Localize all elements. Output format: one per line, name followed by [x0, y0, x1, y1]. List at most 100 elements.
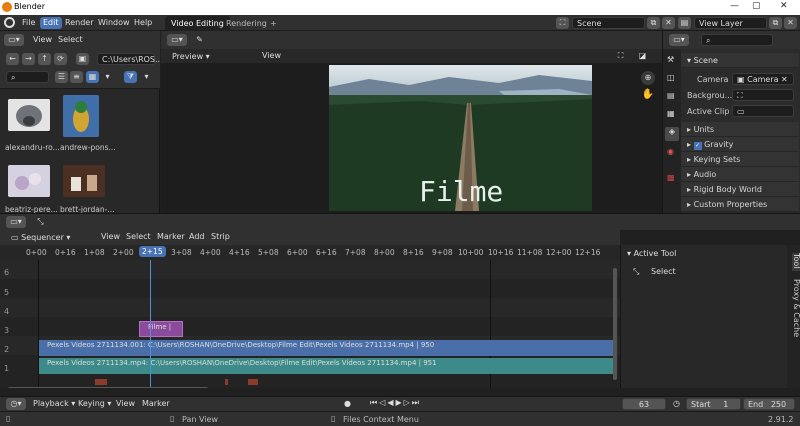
current-frame-indicator[interactable]: 2+15	[139, 246, 166, 257]
zoom-icon[interactable]: ⊕	[641, 71, 655, 85]
section-custom-properties[interactable]: ▸ Custom Properties	[681, 197, 799, 212]
view-layer-field[interactable]: View Layer	[694, 17, 767, 29]
sequencer-view-type-select[interactable]: ▭ Sequencer ▾	[6, 231, 94, 243]
file-thumbnail[interactable]	[8, 165, 50, 197]
editor-type-icon[interactable]: ▭▾	[4, 34, 24, 46]
display-horizontal-icon[interactable]: ≡	[70, 71, 83, 83]
gravity-checkbox[interactable]: ✓	[693, 142, 702, 150]
editor-type-icon[interactable]: ◷▾	[6, 398, 26, 410]
movie-strip[interactable]: Pexels Videos 2711134.mp4: C:\Users\ROSH…	[39, 358, 615, 374]
active-clip-field[interactable]: ▭	[732, 105, 794, 117]
ruler-tick: 12+16	[575, 248, 601, 257]
overlay-icon[interactable]: ◪	[636, 50, 649, 62]
background-field[interactable]: ⛶	[732, 89, 794, 101]
sequencer-tracks[interactable]: 6 5 4 3 2 1 Filme | Pexels Videos 271113…	[0, 260, 620, 391]
delete-view-layer-icon[interactable]: ✕	[784, 17, 797, 29]
file-thumbnail[interactable]	[8, 99, 50, 131]
timeline-view-menu[interactable]: View	[116, 399, 135, 408]
playhead-line[interactable]	[150, 260, 151, 388]
output-tab-icon[interactable]: ▤	[667, 91, 675, 100]
refresh-icon[interactable]: ⟳	[54, 53, 67, 65]
fb-view-menu[interactable]: View	[33, 35, 52, 44]
active-tool-title: Active Tool	[633, 249, 677, 258]
scene-field[interactable]: Scene	[572, 17, 645, 29]
close-icon[interactable]: ✕	[780, 1, 788, 11]
file-thumbnail[interactable]	[63, 95, 99, 137]
delete-scene-icon[interactable]: ✕	[662, 17, 675, 29]
filter-dropdown-icon[interactable]: ▾	[140, 71, 153, 83]
editor-type-icon[interactable]: ▭▾	[167, 34, 187, 46]
section-rigid-body-world[interactable]: ▸ Rigid Body World	[681, 182, 799, 197]
view-layer-tab-icon[interactable]: ▦	[667, 109, 675, 118]
directory-path-field[interactable]: C:\Users\ROS...	[97, 53, 163, 65]
section-keying-sets[interactable]: ▸ Keying Sets	[681, 152, 799, 167]
texture-tab-icon[interactable]: ▩	[667, 173, 675, 182]
end-frame-field[interactable]: End 250	[743, 398, 795, 410]
timeline-marker-menu[interactable]: Marker	[142, 399, 170, 408]
filter-icon[interactable]: ⧩	[124, 71, 137, 83]
record-icon[interactable]: ●	[344, 399, 351, 408]
select-tool-icon[interactable]: ⤡	[633, 267, 639, 277]
new-folder-icon[interactable]: ▣	[76, 53, 89, 65]
text-strip[interactable]: Filme |	[139, 321, 183, 337]
forward-arrow-icon[interactable]: →	[22, 53, 35, 65]
file-thumbnail[interactable]	[63, 165, 105, 197]
seq-view-menu[interactable]: View	[101, 232, 120, 241]
start-frame-field[interactable]: Start 1	[686, 398, 741, 410]
active-clip-label: Active Clip	[687, 107, 730, 116]
blender-menu-icon[interactable]	[4, 17, 15, 28]
scene-icon[interactable]: ⛶	[556, 17, 569, 29]
display-list-icon[interactable]: ☰	[55, 71, 68, 83]
tool-tab-icon[interactable]: ⚒	[667, 55, 674, 64]
seq-marker-menu[interactable]: Marker	[157, 232, 185, 241]
display-mode-icon[interactable]: ⛶	[614, 50, 627, 62]
time-ruler[interactable]: 0+00 0+16 1+08 2+00 2+15 3+08 4+00 4+16 …	[0, 245, 620, 260]
section-gravity[interactable]: ▸ ✓ Gravity	[681, 137, 799, 152]
tab-proxy-cache[interactable]: Proxy & Cache	[792, 279, 800, 337]
file-search-input[interactable]: ⌕	[6, 71, 49, 83]
active-tool-header[interactable]: ▾ Active Tool	[627, 249, 676, 258]
seq-select-menu[interactable]: Select	[126, 232, 151, 241]
menu-edit[interactable]: Edit	[40, 17, 62, 29]
keying-menu[interactable]: Keying ▾	[78, 399, 111, 408]
camera-field[interactable]: ▣ Camera ✕	[732, 73, 794, 85]
new-scene-icon[interactable]: ⧉	[647, 17, 660, 29]
pan-hand-icon[interactable]: ✋	[641, 89, 655, 103]
playback-controls[interactable]: ⏮◁◀▶▷⏭	[370, 398, 421, 408]
tab-tool[interactable]: Tool	[792, 253, 800, 271]
movie-strip[interactable]: Pexels Videos 2711134.001: C:\Users\ROSH…	[39, 340, 615, 356]
editor-type-icon[interactable]: ▭▾	[669, 34, 689, 46]
view-layer-icon[interactable]: ▤	[678, 17, 691, 29]
editor-type-icon[interactable]: ▭▾	[6, 216, 26, 228]
menu-help[interactable]: Help	[134, 18, 152, 27]
display-thumbnails-icon[interactable]: ▦	[86, 71, 99, 83]
render-tab-icon[interactable]: ◫	[667, 73, 675, 82]
add-workspace-button[interactable]: +	[264, 16, 283, 31]
view-mode-select[interactable]: Preview ▾	[167, 50, 253, 62]
menu-file[interactable]: File	[22, 18, 35, 27]
current-frame-field[interactable]: 63	[622, 398, 666, 410]
world-tab-icon[interactable]: ◉	[667, 147, 674, 156]
select-tool-icon[interactable]: ⤡	[34, 216, 47, 228]
parent-dir-icon[interactable]: ↑	[38, 53, 51, 65]
vertical-scrollbar[interactable]	[613, 268, 617, 380]
sample-tool-icon[interactable]: ✎	[193, 34, 206, 46]
menu-window[interactable]: Window	[98, 18, 130, 27]
properties-search-input[interactable]: ⌕	[701, 34, 773, 46]
section-scene[interactable]: ▾ Scene	[681, 53, 799, 68]
clock-icon[interactable]: ◷	[673, 399, 680, 408]
fb-select-menu[interactable]: Select	[58, 35, 83, 44]
new-view-layer-icon[interactable]: ⧉	[769, 17, 782, 29]
menu-render[interactable]: Render	[65, 18, 93, 27]
display-dropdown-icon[interactable]: ▾	[101, 71, 114, 83]
seq-strip-menu[interactable]: Strip	[211, 232, 230, 241]
playback-menu[interactable]: Playback ▾	[33, 399, 75, 408]
scene-tab-icon[interactable]: ◈	[665, 127, 679, 141]
section-audio[interactable]: ▸ Audio	[681, 167, 799, 182]
maximize-icon[interactable]: ▢	[752, 1, 761, 11]
preview-view-menu[interactable]: View	[262, 51, 281, 60]
section-units[interactable]: ▸ Units	[681, 122, 799, 137]
back-arrow-icon[interactable]: ←	[6, 53, 19, 65]
seq-add-menu[interactable]: Add	[189, 232, 205, 241]
minimize-icon[interactable]: —	[730, 1, 739, 11]
